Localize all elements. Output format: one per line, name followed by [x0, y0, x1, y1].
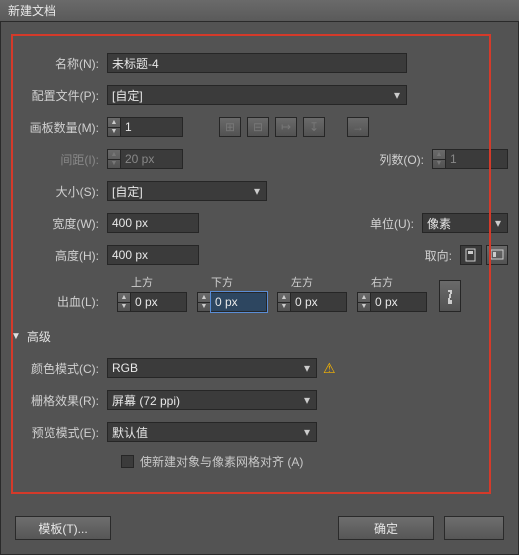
step-down-icon[interactable]: ▼: [108, 128, 120, 137]
label-columns: 列数(O):: [352, 151, 432, 168]
profile-dropdown[interactable]: [自定] ▾: [107, 85, 407, 105]
units-dropdown[interactable]: 像素 ▾: [422, 213, 508, 233]
arrange-row-icon: ↦: [275, 117, 297, 137]
bleed-right-input[interactable]: [371, 292, 427, 312]
step-down-icon: ▼: [433, 160, 445, 169]
label-artboards: 画板数量(M):: [11, 119, 107, 136]
label-name: 名称(N):: [11, 55, 107, 72]
bleed-bottom-stepper[interactable]: ▲▼: [197, 292, 267, 312]
arrange-group: ⊞ ⊟ ↦ ↧ →: [219, 117, 369, 137]
arrange-col-icon: ↧: [303, 117, 325, 137]
label-units: 单位(U):: [342, 215, 422, 232]
colormode-value: RGB: [112, 361, 138, 375]
size-value: [自定]: [112, 183, 143, 200]
spacing-stepper: ▲▼: [107, 149, 183, 169]
columns-stepper: ▲▼: [432, 149, 508, 169]
label-width: 宽度(W):: [11, 215, 107, 232]
advanced-label: 高级: [27, 328, 51, 345]
bleed-left-stepper[interactable]: ▲▼: [277, 292, 347, 312]
link-bleed-icon[interactable]: [439, 280, 461, 312]
chevron-down-icon: ▾: [390, 88, 404, 102]
templates-button[interactable]: 模板(T)...: [15, 516, 111, 540]
bleed-bottom-input[interactable]: [211, 292, 267, 312]
chevron-down-icon: ▾: [491, 216, 505, 230]
label-bleed-left: 左方: [277, 274, 313, 290]
step-up-icon[interactable]: ▲: [358, 293, 370, 303]
raster-dropdown[interactable]: 屏幕 (72 ppi) ▾: [107, 390, 317, 410]
artboards-stepper[interactable]: ▲▼: [107, 117, 183, 137]
label-size: 大小(S):: [11, 183, 107, 200]
chevron-down-icon: ▾: [300, 425, 314, 439]
dialog-title: 新建文档: [0, 0, 519, 22]
warning-icon: ⚠: [323, 360, 336, 377]
bleed-top-input[interactable]: [131, 292, 187, 312]
bleed-right-stepper[interactable]: ▲▼: [357, 292, 427, 312]
name-input[interactable]: [107, 53, 407, 73]
orient-landscape-icon[interactable]: [486, 245, 508, 265]
label-bleed: 出血(L):: [11, 292, 107, 312]
arrange-rtl-icon: →: [347, 117, 369, 137]
size-dropdown[interactable]: [自定] ▾: [107, 181, 267, 201]
chevron-down-icon: ▾: [300, 393, 314, 407]
align-pixel-checkbox[interactable]: [121, 455, 134, 468]
arrange-grid-row-icon: ⊞: [219, 117, 241, 137]
preview-value: 默认值: [112, 424, 148, 441]
label-preview: 预览模式(E):: [11, 424, 107, 441]
chevron-down-icon: ▾: [250, 184, 264, 198]
secondary-button[interactable]: [444, 516, 504, 540]
label-colormode: 颜色模式(C):: [11, 360, 107, 377]
label-raster: 栅格效果(R):: [11, 392, 107, 409]
height-input[interactable]: [107, 245, 199, 265]
arrange-grid-col-icon: ⊟: [247, 117, 269, 137]
preview-dropdown[interactable]: 默认值 ▾: [107, 422, 317, 442]
label-orient: 取向:: [380, 247, 460, 264]
step-up-icon[interactable]: ▲: [118, 293, 130, 303]
step-up-icon[interactable]: ▲: [198, 293, 210, 303]
step-up-icon[interactable]: ▲: [108, 118, 120, 128]
colormode-dropdown[interactable]: RGB ▾: [107, 358, 317, 378]
step-up-icon[interactable]: ▲: [278, 293, 290, 303]
label-profile: 配置文件(P):: [11, 87, 107, 104]
label-bleed-right: 右方: [357, 274, 393, 290]
step-down-icon: ▼: [108, 160, 120, 169]
step-up-icon: ▲: [108, 150, 120, 160]
step-down-icon[interactable]: ▼: [118, 303, 130, 312]
spacing-input: [121, 149, 183, 169]
label-bleed-bottom: 下方: [197, 274, 233, 290]
bleed-left-input[interactable]: [291, 292, 347, 312]
bleed-top-stepper[interactable]: ▲▼: [117, 292, 187, 312]
units-value: 像素: [427, 215, 451, 232]
label-spacing: 间距(I):: [11, 151, 107, 168]
label-bleed-top: 上方: [117, 274, 153, 290]
step-down-icon[interactable]: ▼: [278, 303, 290, 312]
step-down-icon[interactable]: ▼: [358, 303, 370, 312]
orient-portrait-icon[interactable]: [460, 245, 482, 265]
artboards-input[interactable]: [121, 117, 183, 137]
ok-button[interactable]: 确定: [338, 516, 434, 540]
width-input[interactable]: [107, 213, 199, 233]
chevron-down-icon: ▾: [300, 361, 314, 375]
profile-value: [自定]: [112, 87, 143, 104]
step-down-icon[interactable]: ▼: [198, 303, 210, 312]
triangle-down-icon: ▼: [11, 331, 21, 342]
label-height: 高度(H):: [11, 247, 107, 264]
step-up-icon: ▲: [433, 150, 445, 160]
align-pixel-label: 使新建对象与像素网格对齐 (A): [140, 453, 303, 470]
advanced-toggle[interactable]: ▼ 高级: [11, 328, 508, 345]
columns-input: [446, 149, 508, 169]
raster-value: 屏幕 (72 ppi): [112, 392, 180, 409]
dialog-body: 名称(N): 配置文件(P): [自定] ▾ 画板数量(M): ▲▼ ⊞ ⊟ ↦…: [0, 22, 519, 555]
